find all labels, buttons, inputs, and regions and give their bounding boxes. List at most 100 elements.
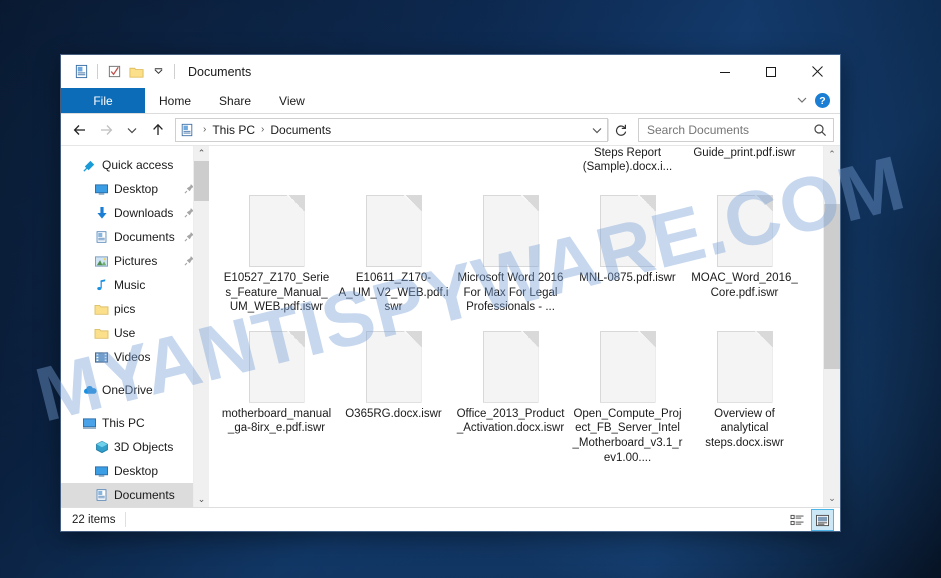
file-item[interactable]: Office_2013_Product_Activation.docx.iswr — [453, 321, 568, 465]
sidebar-label-downloads: Downloads — [114, 206, 174, 220]
video-icon — [91, 351, 112, 364]
file-item[interactable]: 03-2019-IT-Work Steps Report (Sample).do… — [570, 146, 685, 185]
file-name: 03-2019-IT-Work Steps Report (Sample).do… — [582, 146, 673, 174]
sidebar-item-3d-objects[interactable]: 3D Objects — [61, 435, 209, 459]
breadcrumb-separator-2: › — [261, 124, 265, 135]
sidebar-item-pictures[interactable]: Pictures — [61, 249, 209, 273]
recent-locations-button[interactable] — [119, 117, 145, 143]
sidebar-label-videos: Videos — [114, 350, 151, 364]
sidebar-item-use[interactable]: Use — [61, 321, 209, 345]
sidebar-item-videos[interactable]: Videos — [61, 345, 209, 369]
content-scroll-up-button[interactable]: ⌃ — [824, 146, 840, 163]
window-title: Documents — [188, 64, 252, 79]
nav-scroll-down-button[interactable]: ⌄ — [194, 492, 209, 507]
status-divider — [125, 512, 127, 527]
dropdown-caret-icon[interactable] — [147, 61, 169, 83]
minimize-button[interactable] — [702, 55, 748, 88]
sidebar-item-onedrive[interactable]: OneDrive — [61, 378, 209, 402]
file-name: E10527_Z170_Series_Feature_Manual_UM_WEB… — [223, 272, 330, 314]
content-scroll-down-button[interactable]: ⌄ — [824, 490, 840, 507]
tab-share[interactable]: Share — [205, 88, 265, 113]
file-item[interactable]: s.docx.iswr — [219, 146, 334, 185]
breadcrumb-documents[interactable]: Documents — [269, 123, 332, 137]
sidebar-item-documents[interactable]: Documents — [61, 225, 209, 249]
picture-icon — [91, 255, 112, 268]
file-item[interactable]: di.iswr — [336, 146, 451, 185]
file-row-partial: s.docx.iswr di.iswr ools2.docx.iswr 03-2… — [219, 146, 830, 185]
search-icon[interactable] — [807, 123, 833, 137]
file-item[interactable]: E10527_Z170_Series_Feature_Manual_UM_WEB… — [219, 185, 334, 315]
help-button[interactable]: ? — [815, 93, 830, 108]
large-icons-view-button[interactable] — [811, 509, 834, 531]
window-controls — [702, 55, 840, 88]
close-button[interactable] — [794, 55, 840, 88]
sidebar-item-music[interactable]: Music — [61, 273, 209, 297]
content-scroll-thumb[interactable] — [824, 204, 840, 369]
breadcrumb-separator-1: › — [203, 124, 207, 135]
file-item[interactable]: motherboard_manual_ga-8irx_e.pdf.iswr — [219, 321, 334, 465]
sidebar-label-pictures: Pictures — [114, 254, 158, 268]
breadcrumb-this-pc[interactable]: This PC — [211, 123, 256, 137]
checkbox-list-icon[interactable] — [103, 61, 125, 83]
expand-ribbon-icon[interactable] — [796, 92, 808, 110]
document-icon — [91, 488, 112, 502]
folder-icon[interactable] — [125, 61, 147, 83]
item-count-label: 22 items — [72, 513, 116, 526]
sidebar-group-quick-access[interactable]: Quick access — [61, 153, 209, 177]
file-row: E10527_Z170_Series_Feature_Manual_UM_WEB… — [219, 185, 830, 315]
file-item[interactable]: O365RG.docx.iswr — [336, 321, 451, 465]
title-bar: Documents — [61, 55, 840, 88]
file-item[interactable]: ools2.docx.iswr — [453, 146, 568, 185]
nav-scroll-up-button[interactable]: ⌃ — [194, 146, 209, 161]
sidebar-label-quick-access: Quick access — [102, 158, 174, 172]
sidebar-label-this-pc: This PC — [102, 416, 145, 430]
file-item[interactable]: MNL-0875.pdf.iswr — [570, 185, 685, 315]
file-item[interactable]: Microsoft Word 2016 For Max For Legal Pr… — [453, 185, 568, 315]
back-button[interactable] — [67, 117, 93, 143]
maximize-button[interactable] — [748, 55, 794, 88]
sidebar-item-desktop[interactable]: Desktop — [61, 177, 209, 201]
content-scrollbar[interactable]: ⌃ ⌄ — [823, 146, 840, 507]
file-list-pane[interactable]: s.docx.iswr di.iswr ools2.docx.iswr 03-2… — [209, 146, 840, 507]
file-item[interactable]: Open_Compute_Project_FB_Server_Intel_Mot… — [570, 321, 685, 465]
file-icon — [365, 195, 422, 267]
sidebar-item-pics[interactable]: pics — [61, 297, 209, 321]
address-bar-right — [587, 124, 607, 136]
sidebar-item-documents-pc[interactable]: Documents — [61, 483, 209, 507]
sidebar-label-use: Use — [114, 326, 136, 340]
monitor-icon — [91, 465, 112, 478]
file-item[interactable]: Overview of analytical steps.docx.iswr — [687, 321, 802, 465]
sidebar-label-documents-pc: Documents — [114, 488, 175, 502]
music-note-icon — [91, 278, 112, 292]
address-dropdown-icon[interactable] — [587, 124, 607, 136]
file-item[interactable]: E10611_Z170-A_UM_V2_WEB.pdf.iswr — [336, 185, 451, 315]
up-button[interactable] — [145, 117, 171, 143]
ribbon-tab-bar: File Home Share View ? — [61, 88, 840, 114]
sidebar-item-this-pc[interactable]: This PC — [61, 411, 209, 435]
refresh-button[interactable] — [608, 118, 633, 141]
file-item[interactable]: MOAC_Word_2016_Core.pdf.iswr — [687, 185, 802, 315]
details-view-button[interactable] — [787, 510, 808, 530]
sidebar-label-documents: Documents — [114, 230, 175, 244]
document-properties-icon[interactable] — [70, 61, 92, 83]
search-input[interactable] — [639, 121, 807, 138]
tab-view[interactable]: View — [265, 88, 319, 113]
tab-file[interactable]: File — [61, 88, 145, 113]
navigation-list: Quick access Desktop Downloads Documents… — [61, 146, 209, 507]
sidebar-item-desktop-pc[interactable]: Desktop — [61, 459, 209, 483]
file-name: _Windows_7_Setup_Guide_print.pdf.iswr — [693, 146, 796, 159]
file-explorer-window: Documents File Home Share View ? › This … — [61, 55, 840, 531]
file-name: Microsoft Word 2016 For Max For Legal Pr… — [457, 272, 564, 314]
quick-access-toolbar: Documents — [61, 55, 251, 88]
file-item[interactable]: _Windows_7_Setup_Guide_print.pdf.iswr — [687, 146, 802, 185]
file-name: Open_Compute_Project_FB_Server_Intel_Mot… — [572, 407, 683, 464]
ribbon-right-controls: ? — [796, 88, 836, 113]
navigation-scrollbar[interactable]: ⌃ ⌄ — [193, 146, 209, 507]
forward-button[interactable] — [93, 117, 119, 143]
address-bar[interactable]: › This PC › Documents — [175, 117, 608, 142]
nav-scroll-thumb[interactable] — [194, 161, 209, 201]
tab-home[interactable]: Home — [145, 88, 205, 113]
search-box[interactable] — [638, 117, 834, 142]
sidebar-item-downloads[interactable]: Downloads — [61, 201, 209, 225]
